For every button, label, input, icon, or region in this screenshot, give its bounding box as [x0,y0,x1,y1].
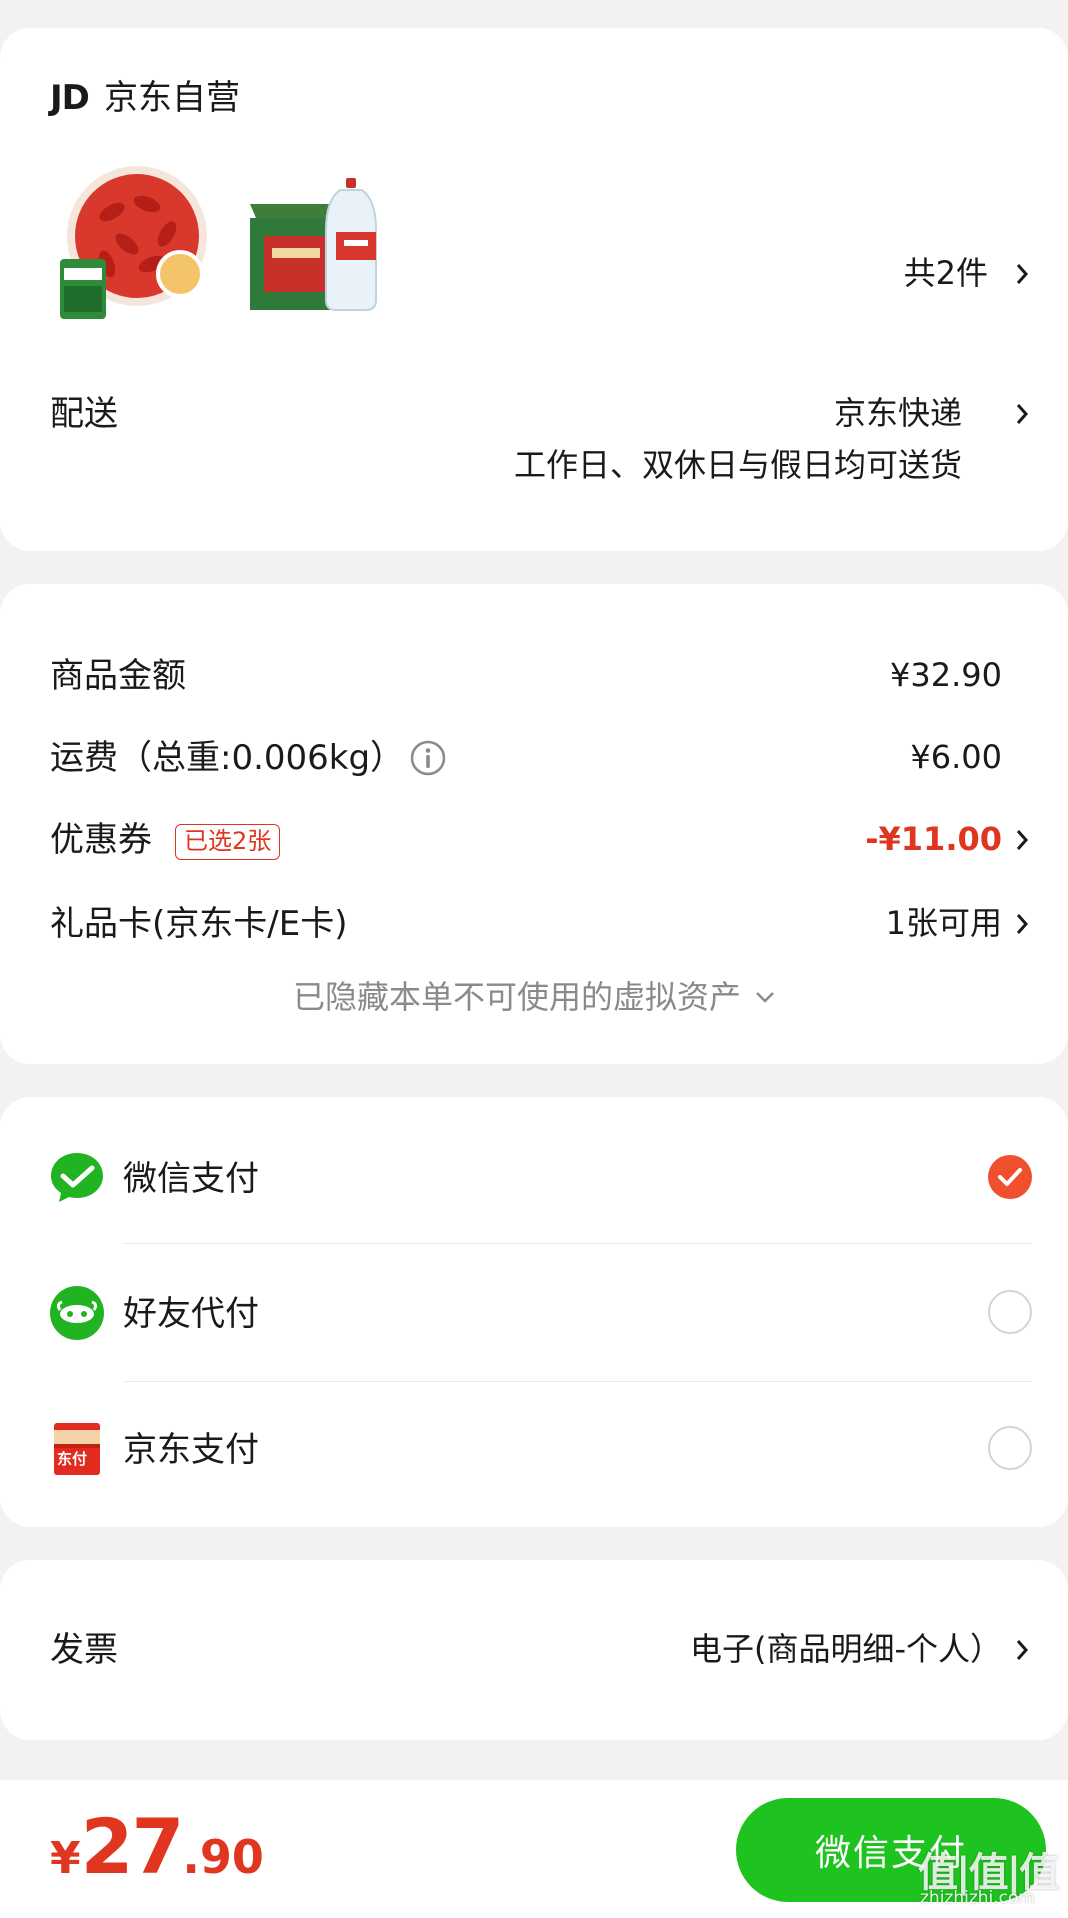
currency-symbol: ¥ [50,1833,81,1884]
radio-checked-icon[interactable] [988,1155,1032,1199]
price-summary-card: 商品金额 ¥32.90 运费（总重:0.006kg） ¥6.00 优惠券 已选2… [0,584,1068,1064]
total-decimal: .90 [182,1830,264,1884]
invoice-card[interactable]: 发票 电子(商品明细-个人） [0,1560,1068,1740]
jd-pay-icon: 东付 [48,1420,106,1478]
watermark-url: zhizhizhi.com [920,1888,1035,1908]
radio-unchecked-icon[interactable] [988,1426,1032,1470]
chevron-down-icon [756,992,774,1003]
jd-pay-icon-text: 东付 [57,1450,88,1468]
coupon-badge: 已选2张 [175,824,281,860]
hidden-assets-toggle[interactable]: 已隐藏本单不可使用的虚拟资产 [0,976,1068,1018]
chevron-right-icon[interactable] [1012,910,1032,938]
giftcard-value[interactable]: 1张可用 [886,902,1002,944]
wechat-pay-icon [48,1149,106,1207]
payment-methods-card: 微信支付 好友代付 东付 京东支付 [0,1097,1068,1527]
water-product-image [250,178,377,311]
chevron-right-icon[interactable] [1012,260,1032,288]
shop-name: 京东自营 [104,78,240,118]
chevron-right-icon[interactable] [1012,1636,1032,1664]
goods-amount-label: 商品金额 [50,656,186,696]
payment-label-friend: 好友代付 [123,1294,259,1334]
payment-option-jdpay[interactable]: 东付 京东支付 [0,1382,1068,1522]
jd-logo: JD [50,78,90,118]
friend-pay-icon [48,1284,106,1342]
payment-option-wechat[interactable]: 微信支付 [0,1097,1068,1237]
total-integer: 27 [80,1802,185,1891]
radio-unchecked-icon[interactable] [988,1290,1032,1334]
freight-label: 运费（总重:0.006kg） [50,738,405,778]
shop-card: JD 京东自营 共2件 配送 京东快递 工作日、双休日与假日均可送货 [0,28,1068,551]
shipping-method[interactable]: 京东快递 [834,392,962,434]
payment-label-wechat: 微信支付 [123,1159,259,1199]
chevron-right-icon[interactable] [1012,400,1032,428]
invoice-value[interactable]: 电子(商品明细-个人） [690,1628,1002,1670]
chevron-right-icon[interactable] [1012,826,1032,854]
coupon-label: 优惠券 [50,820,152,860]
shipping-note: 工作日、双休日与假日均可送货 [513,446,962,484]
goji-product-image [60,166,207,319]
coupon-value[interactable]: -¥11.00 [865,818,1002,860]
product-thumb-goji[interactable] [52,164,212,324]
item-count[interactable]: 共2件 [904,252,988,294]
product-thumb-water[interactable] [246,164,406,324]
total-price: ¥27.90 [50,1802,264,1891]
freight-value: ¥6.00 [910,738,1002,776]
giftcard-label: 礼品卡(京东卡/E卡) [50,904,348,944]
goods-amount-value: ¥32.90 [890,656,1002,694]
invoice-label: 发票 [50,1630,118,1670]
payment-label-jdpay: 京东支付 [123,1430,259,1470]
hidden-assets-text: 已隐藏本单不可使用的虚拟资产 [292,978,741,1016]
payment-option-friend[interactable]: 好友代付 [0,1244,1068,1381]
checkout-bar: ¥27.90 微信支付 值|值|值 zhizhizhi.com [0,1780,1068,1918]
info-icon[interactable] [410,740,446,776]
shipping-label: 配送 [50,394,118,434]
